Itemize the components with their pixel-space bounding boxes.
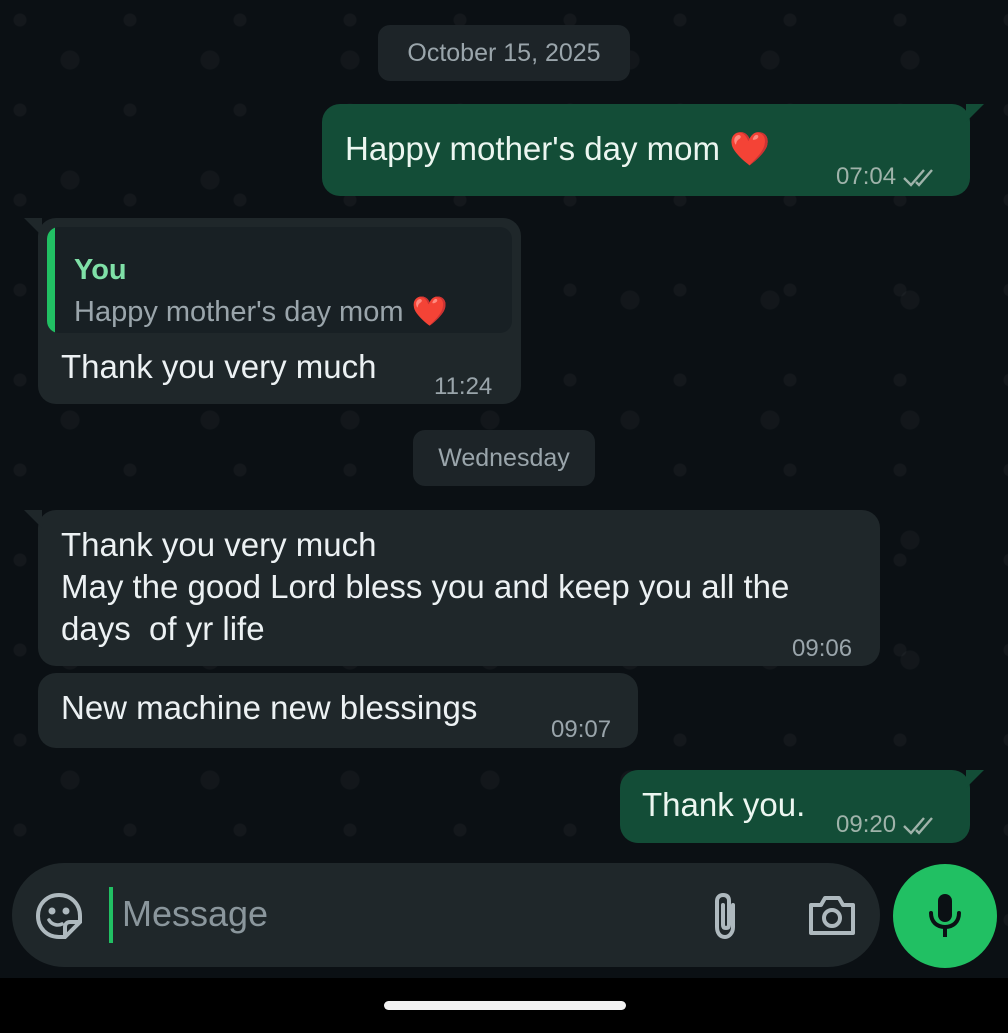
text-caret bbox=[109, 887, 113, 943]
message-outgoing[interactable]: Happy mother's day mom ❤️ 07:04 bbox=[322, 104, 984, 198]
message-text-line: Thank you very much bbox=[61, 526, 377, 563]
heart-emoji: ❤️ bbox=[729, 130, 771, 167]
camera-icon[interactable] bbox=[807, 893, 857, 942]
quote-text: Happy mother's day mom ❤️ bbox=[74, 296, 448, 328]
message-time: 09:07 bbox=[551, 716, 612, 743]
message-meta: 11:24 bbox=[434, 366, 492, 408]
message-meta: 07:04 bbox=[836, 156, 940, 198]
message-composer[interactable]: Message bbox=[12, 863, 880, 967]
quote-author: You bbox=[74, 254, 127, 286]
double-check-icon bbox=[903, 169, 933, 187]
home-indicator[interactable] bbox=[384, 1001, 626, 1010]
message-text: Happy mother's day mom ❤️ bbox=[345, 130, 771, 167]
message-meta: 09:20 bbox=[836, 804, 940, 846]
message-outgoing[interactable]: Thank you. 09:20 bbox=[620, 770, 984, 846]
message-text-line: May the good Lord bless you and keep you… bbox=[61, 568, 790, 605]
message-time: 11:24 bbox=[434, 373, 493, 400]
paperclip-icon[interactable] bbox=[705, 891, 747, 946]
message-text: New machine new blessings bbox=[61, 689, 478, 726]
message-incoming[interactable]: You Happy mother's day mom ❤️ Thank you … bbox=[24, 218, 521, 404]
quoted-message[interactable]: You Happy mother's day mom ❤️ bbox=[47, 227, 512, 333]
microphone-icon bbox=[929, 894, 961, 937]
double-check-icon bbox=[903, 817, 933, 835]
message-text: Thank you very much bbox=[61, 348, 377, 385]
message-input[interactable]: Message bbox=[122, 893, 268, 935]
message-text-line: days of yr life bbox=[61, 610, 265, 647]
message-time: 09:06 bbox=[792, 635, 853, 662]
date-label: Wednesday bbox=[438, 443, 570, 472]
microphone-button[interactable] bbox=[893, 864, 997, 968]
message-time: 07:04 bbox=[836, 163, 897, 190]
date-separator: October 15, 2025 bbox=[378, 25, 630, 81]
date-separator: Wednesday bbox=[413, 430, 595, 486]
message-meta: 09:06 bbox=[792, 628, 852, 670]
message-meta: 09:07 bbox=[551, 709, 611, 751]
sticker-icon[interactable] bbox=[34, 891, 84, 946]
message-time: 09:20 bbox=[836, 811, 897, 838]
message-incoming[interactable]: New machine new blessings 09:07 bbox=[38, 673, 638, 748]
message-incoming[interactable]: Thank you very much May the good Lord bl… bbox=[24, 510, 880, 666]
date-label: October 15, 2025 bbox=[407, 38, 601, 67]
heart-emoji: ❤️ bbox=[411, 296, 448, 328]
quote-accent-bar bbox=[47, 227, 55, 333]
message-text: Thank you. bbox=[642, 786, 806, 823]
